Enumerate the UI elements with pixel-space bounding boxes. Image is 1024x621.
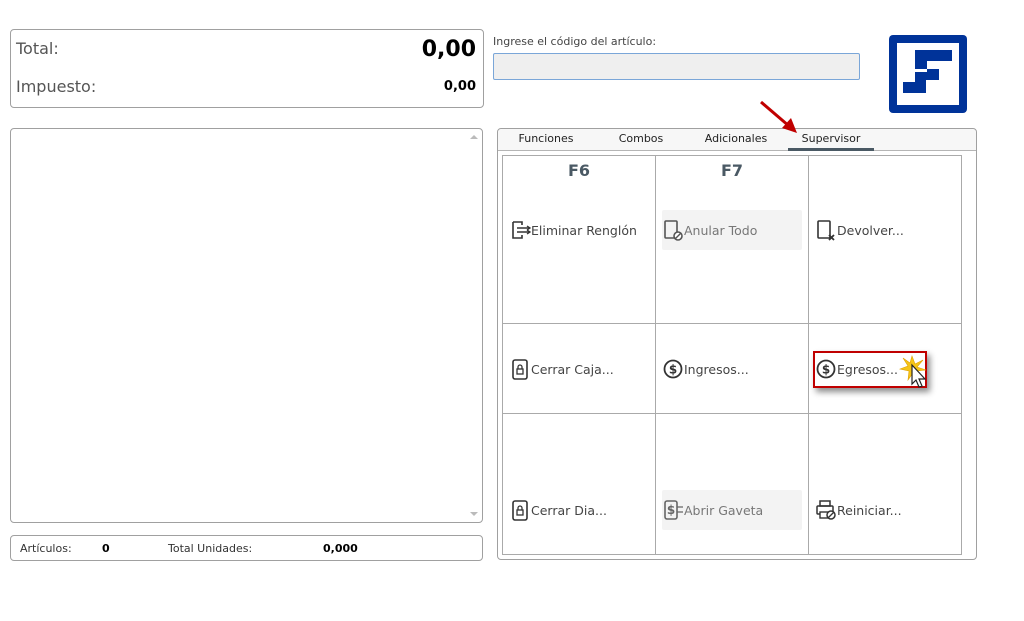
- lock-icon: [512, 359, 528, 380]
- grid-cell: $ Ingresos...: [656, 324, 809, 414]
- delete-row-icon: [512, 221, 531, 239]
- scroll-down-icon[interactable]: [470, 512, 478, 516]
- lock-icon: [512, 500, 528, 521]
- cerrar-caja-button[interactable]: Cerrar Caja...: [509, 349, 649, 389]
- svg-text:$: $: [669, 363, 677, 377]
- fkey-label: F6: [567, 161, 591, 180]
- grid-cell: $ Abrir Gaveta: [656, 414, 809, 555]
- articles-label: Artículos:: [20, 542, 72, 555]
- total-value: 0,00: [421, 37, 476, 62]
- tax-value: 0,00: [443, 79, 476, 94]
- button-label: Cerrar Caja...: [531, 361, 614, 377]
- article-code-input[interactable]: [493, 53, 860, 80]
- functions-panel: Funciones Combos Adicionales Supervisor …: [497, 128, 977, 560]
- button-label: Anular Todo: [684, 222, 758, 238]
- scrollbar[interactable]: [466, 129, 482, 522]
- reiniciar-button[interactable]: Reiniciar...: [815, 490, 955, 530]
- grid-cell: Devolver...: [809, 156, 962, 324]
- totals-panel: Total: 0,00 Impuesto: 0,00: [10, 29, 484, 108]
- articles-value: 0: [102, 542, 110, 555]
- cash-drawer-icon: $: [664, 500, 683, 520]
- button-label: Cerrar Dia...: [531, 502, 607, 518]
- tab-combos[interactable]: Combos: [611, 132, 671, 151]
- grid-cell: Cerrar Caja...: [503, 324, 656, 414]
- grid-cell: F7 Anular Todo: [656, 156, 809, 324]
- eliminar-renglón-button[interactable]: Eliminar Renglón: [509, 210, 649, 250]
- grid-cell: F6 Eliminar Renglón: [503, 156, 656, 324]
- tab-bar: Funciones Combos Adicionales Supervisor: [498, 129, 976, 151]
- article-code-label: Ingrese el código del artículo:: [493, 35, 657, 48]
- fkey-label: F7: [720, 161, 744, 180]
- dollar-icon: $: [663, 359, 683, 379]
- button-label: Abrir Gaveta: [684, 502, 764, 518]
- button-label: Eliminar Renglón: [531, 222, 637, 238]
- svg-text:$: $: [667, 503, 675, 517]
- abrir-gaveta-button[interactable]: $ Abrir Gaveta: [662, 490, 802, 530]
- scroll-up-icon[interactable]: [470, 135, 478, 139]
- items-list[interactable]: [10, 128, 483, 523]
- cerrar-dia-button[interactable]: Cerrar Dia...: [509, 490, 649, 530]
- cancel-all-icon: [664, 220, 683, 241]
- company-logo: [888, 34, 968, 114]
- red-arrow-annotation: [760, 100, 797, 133]
- grid-cell: Reiniciar...: [809, 414, 962, 555]
- return-icon: [817, 220, 835, 241]
- devolver-button[interactable]: Devolver...: [815, 210, 955, 250]
- anular-todo-button[interactable]: Anular Todo: [662, 210, 802, 250]
- printer-reset-icon: [816, 500, 836, 520]
- summary-footer: Artículos: 0 Total Unidades: 0,000: [10, 535, 483, 561]
- grid-cell: Cerrar Dia...: [503, 414, 656, 555]
- button-label: Reiniciar...: [837, 502, 902, 518]
- ingresos-button[interactable]: $ Ingresos...: [662, 349, 802, 389]
- button-label: Ingresos...: [684, 361, 749, 377]
- total-label: Total:: [16, 39, 59, 58]
- tab-funciones[interactable]: Funciones: [512, 132, 580, 151]
- units-value: 0,000: [323, 542, 358, 555]
- units-label: Total Unidades:: [168, 542, 253, 555]
- button-label: Devolver...: [837, 222, 904, 238]
- cursor-click-icon: [898, 355, 927, 388]
- tax-label: Impuesto:: [16, 77, 97, 96]
